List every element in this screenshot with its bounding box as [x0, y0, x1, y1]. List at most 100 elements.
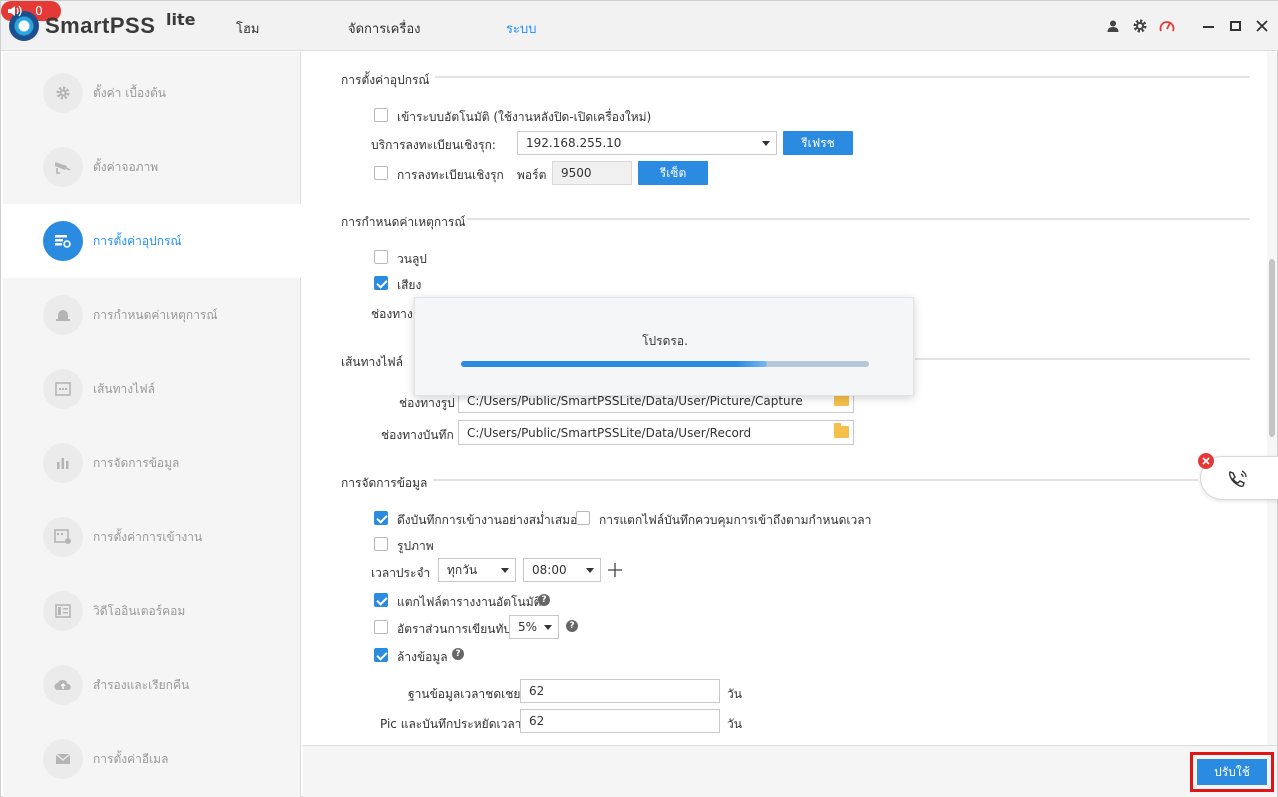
maximize-icon[interactable]: [1226, 17, 1244, 35]
sidebar-item-file-path[interactable]: เส้นทางไฟล์: [3, 352, 301, 426]
picture-path-label: ช่องทางรูป: [399, 396, 455, 410]
auto-split-label: แตกไฟล์ตารางงานอัตโนมัติ: [397, 595, 542, 609]
pull-attendance-label: ดึงบันทึกการเข้างานอย่างสม่ำเสมอ: [397, 513, 578, 527]
app-suffix: lite: [166, 10, 196, 29]
sound-checkbox[interactable]: [374, 276, 388, 290]
sidebar: ตั้งค่า เบื้องต้น ตั้งค่าจอภาพ การตั้งค่…: [3, 52, 301, 797]
sidebar-item-attendance[interactable]: การตั้งค่าการเข้างาน: [3, 500, 301, 574]
schedule-time-value: 08:00: [532, 563, 567, 577]
sidebar-item-intercom[interactable]: วิดีโออินเตอร์คอม: [3, 574, 301, 648]
progress-bar: [461, 361, 869, 367]
nav-device-manager[interactable]: จัดการเครื่อง: [348, 18, 421, 39]
refresh-button[interactable]: รีเฟรช: [783, 131, 853, 155]
nav-system[interactable]: ระบบ: [506, 18, 536, 39]
gear-icon: [43, 73, 83, 113]
sidebar-item-label: ตั้งค่าจอภาพ: [93, 159, 159, 174]
cloud-upload-icon: [43, 665, 83, 705]
event-path-label: ช่องทาง: [371, 307, 413, 321]
folder-icon[interactable]: [834, 423, 849, 438]
chevron-down-icon: [762, 141, 770, 146]
record-path-field[interactable]: C:/Users/Public/SmartPSSLite/Data/User/R…: [458, 420, 854, 445]
section-divider: [467, 218, 1250, 220]
nav-home[interactable]: โฮม: [236, 18, 260, 39]
scrollbar-thumb[interactable]: [1269, 259, 1275, 437]
sidebar-item-label: การตั้งค่าการเข้างาน: [93, 529, 203, 544]
db-expire-label: ฐานข้อมูลเวลาชดเชย: [408, 687, 521, 701]
active-registration-checkbox[interactable]: [374, 166, 388, 180]
split-file-checkbox[interactable]: [576, 511, 590, 525]
help-icon[interactable]: ?: [452, 648, 464, 660]
sidebar-item-label: การตั้งค่าอุปกรณ์: [93, 233, 182, 248]
schedule-label: เวลาประจำ: [371, 566, 431, 580]
chevron-down-icon: [586, 568, 594, 573]
auto-login-checkbox[interactable]: [374, 108, 388, 122]
settings-panel: การตั้งค่าอุปกรณ์ เข้าระบบอัตโนมัติ (ใช้…: [303, 52, 1267, 745]
sound-label: เสียง: [397, 278, 422, 292]
app-window: SmartPSS lite โฮม จัดการเครื่อง ระบบ 0 ต…: [0, 0, 1278, 797]
apply-button[interactable]: ปรับใช้: [1197, 759, 1267, 785]
clear-data-label: ล้างข้อมูล: [397, 650, 448, 664]
chevron-down-icon: [501, 568, 509, 573]
title-bar: SmartPSS lite โฮม จัดการเครื่อง ระบบ 0: [1, 1, 1278, 51]
pull-attendance-checkbox[interactable]: [374, 511, 388, 525]
close-icon[interactable]: [1253, 17, 1271, 35]
speaker-icon: [7, 5, 23, 17]
sidebar-item-label: สำรองและเรียกคืน: [93, 677, 190, 692]
loop-label: วนลูป: [397, 252, 427, 266]
minimize-icon[interactable]: [1199, 17, 1217, 35]
port-field[interactable]: 9500: [552, 161, 632, 185]
overwrite-ratio-select[interactable]: 5%: [509, 615, 559, 639]
phone-icon: [1227, 469, 1249, 489]
performance-icon[interactable]: [1158, 17, 1176, 35]
picture-label: รูปภาพ: [397, 539, 434, 553]
chevron-down-icon: [544, 625, 552, 630]
schedule-day-select[interactable]: ทุกวัน: [438, 558, 516, 582]
loading-dialog: โปรดรอ.: [414, 297, 914, 396]
sidebar-item-email[interactable]: การตั้งค่าอีเมล: [3, 722, 301, 796]
device-settings-icon: [43, 221, 83, 261]
section-title-file-path: เส้นทางไฟล์: [341, 355, 404, 369]
pic-expire-label: Pic และบันทึกประหยัดเวลา: [380, 717, 522, 731]
path-icon: [43, 369, 83, 409]
overwrite-checkbox[interactable]: [374, 620, 388, 634]
pic-expire-unit: วัน: [727, 717, 742, 731]
sidebar-item-general[interactable]: ตั้งค่า เบื้องต้น: [3, 56, 301, 130]
clear-data-checkbox[interactable]: [374, 648, 388, 662]
section-divider: [435, 76, 1250, 78]
chart-icon: [43, 443, 83, 483]
sidebar-item-data-management[interactable]: การจัดการข้อมูล: [3, 426, 301, 500]
sidebar-item-label: การจัดการข้อมูล: [93, 455, 180, 470]
overwrite-ratio-value: 5%: [518, 620, 538, 634]
schedule-time-select[interactable]: 08:00: [523, 558, 601, 582]
alarm-icon: [43, 295, 83, 335]
reg-service-select[interactable]: 192.168.255.10: [517, 131, 777, 155]
alarm-count: 0: [35, 4, 43, 18]
section-title-event: การกำหนดค่าเหตุการณ์: [341, 215, 466, 229]
help-icon[interactable]: ?: [566, 620, 578, 632]
sidebar-item-label: วิดีโออินเตอร์คอม: [93, 603, 186, 618]
record-path-value: C:/Users/Public/SmartPSSLite/Data/User/R…: [467, 425, 752, 440]
sidebar-item-device-settings[interactable]: การตั้งค่าอุปกรณ์: [3, 204, 301, 278]
loop-checkbox[interactable]: [374, 250, 388, 264]
db-expire-field[interactable]: 62: [520, 679, 720, 703]
sidebar-item-event[interactable]: การกำหนดค่าเหตุการณ์: [3, 278, 301, 352]
auto-login-label: เข้าระบบอัตโนมัติ (ใช้งานหลังปิด-เปิดเคร…: [397, 110, 652, 124]
add-icon[interactable]: [607, 562, 623, 578]
port-label: พอร์ต: [517, 168, 547, 182]
active-registration-label: การลงทะเบียนเชิงรุก: [397, 168, 504, 182]
loading-text: โปรดรอ.: [642, 334, 688, 348]
user-icon[interactable]: [1104, 17, 1122, 35]
auto-split-checkbox[interactable]: [374, 593, 388, 607]
section-title-device: การตั้งค่าอุปกรณ์: [341, 73, 430, 87]
close-icon[interactable]: [1198, 453, 1214, 469]
help-icon[interactable]: ?: [538, 594, 550, 606]
sidebar-item-label: ตั้งค่า เบื้องต้น: [93, 85, 167, 100]
reg-service-label: บริการลงทะเบียนเชิงรุก:: [371, 138, 496, 152]
sidebar-item-backup[interactable]: สำรองและเรียกคืน: [3, 648, 301, 722]
sidebar-item-display[interactable]: ตั้งค่าจอภาพ: [3, 130, 301, 204]
pic-expire-field[interactable]: 62: [520, 709, 720, 733]
reset-button[interactable]: รีเซ็ต: [638, 161, 708, 185]
picture-checkbox[interactable]: [374, 537, 388, 551]
gear-icon[interactable]: [1131, 17, 1149, 35]
mail-icon: [43, 739, 83, 779]
